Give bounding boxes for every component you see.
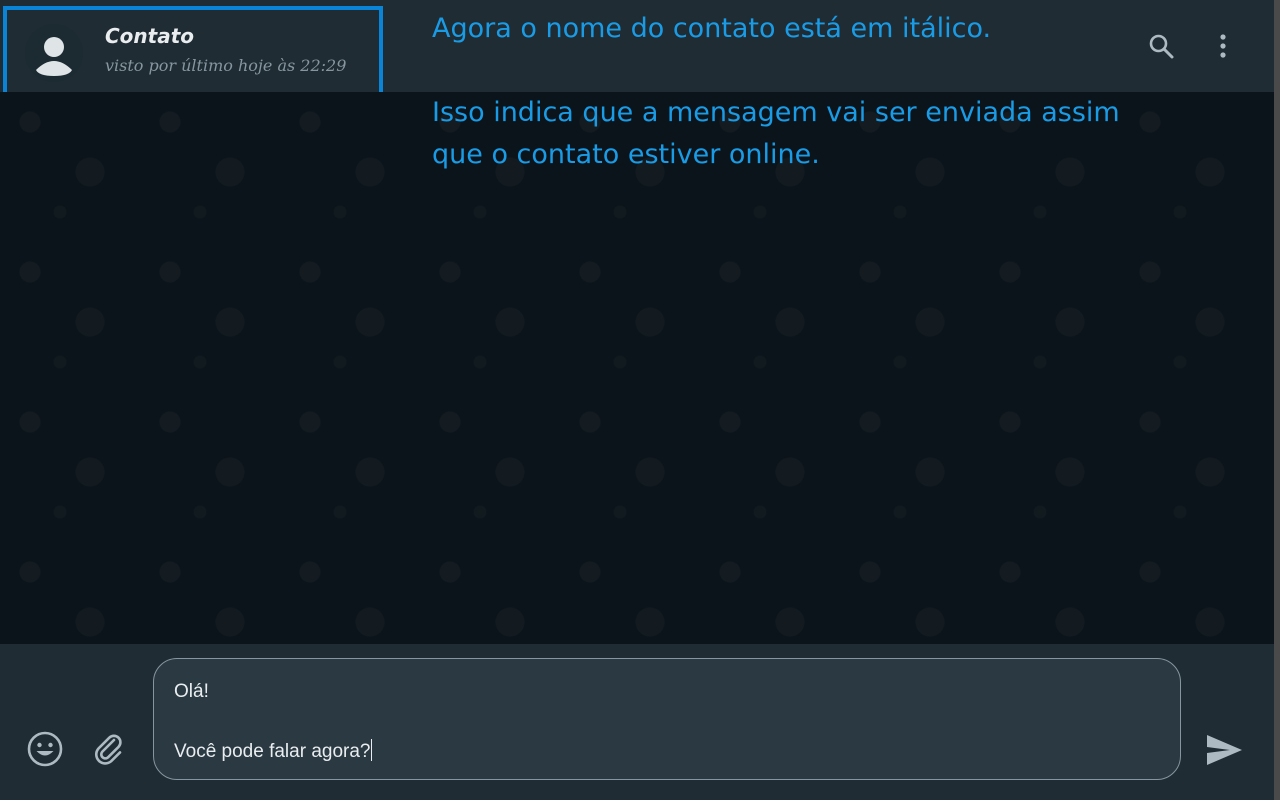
text-caret bbox=[370, 739, 372, 761]
contact-name[interactable]: Contato bbox=[105, 24, 194, 48]
menu-button[interactable] bbox=[1207, 28, 1239, 64]
more-vertical-icon bbox=[1220, 34, 1226, 58]
message-input[interactable]: Olá! Você pode falar agora? bbox=[153, 658, 1181, 780]
annotation-pending-note: Isso indica que a mensagem vai ser envia… bbox=[432, 97, 1120, 170]
chat-header: Contato visto por último hoje às 22:29 A… bbox=[0, 0, 1280, 96]
last-seen-status: visto por último hoje às 22:29 bbox=[105, 56, 347, 75]
default-avatar-icon bbox=[25, 24, 83, 82]
search-button[interactable] bbox=[1143, 28, 1179, 64]
message-line: Olá! bbox=[174, 681, 209, 702]
paperclip-icon bbox=[95, 734, 122, 765]
send-button[interactable] bbox=[1204, 732, 1244, 768]
chat-window: Contato visto por último hoje às 22:29 A… bbox=[0, 0, 1280, 800]
attach-button[interactable] bbox=[90, 730, 126, 766]
contact-info-highlight[interactable]: Contato visto por último hoje às 22:29 bbox=[3, 6, 383, 96]
message-line-text: Você pode falar agora? bbox=[174, 741, 371, 762]
annotation-italic-note: Agora o nome do contato está em itálico. bbox=[432, 13, 992, 44]
avatar[interactable] bbox=[25, 24, 83, 82]
emoji-icon bbox=[27, 731, 63, 767]
send-icon bbox=[1207, 735, 1242, 765]
search-icon bbox=[1149, 34, 1174, 59]
message-line-blank bbox=[174, 707, 1160, 737]
emoji-button[interactable] bbox=[26, 730, 64, 768]
message-line-with-caret: Você pode falar agora? bbox=[174, 737, 1160, 767]
composer-bar: Olá! Você pode falar agora? bbox=[0, 644, 1280, 800]
